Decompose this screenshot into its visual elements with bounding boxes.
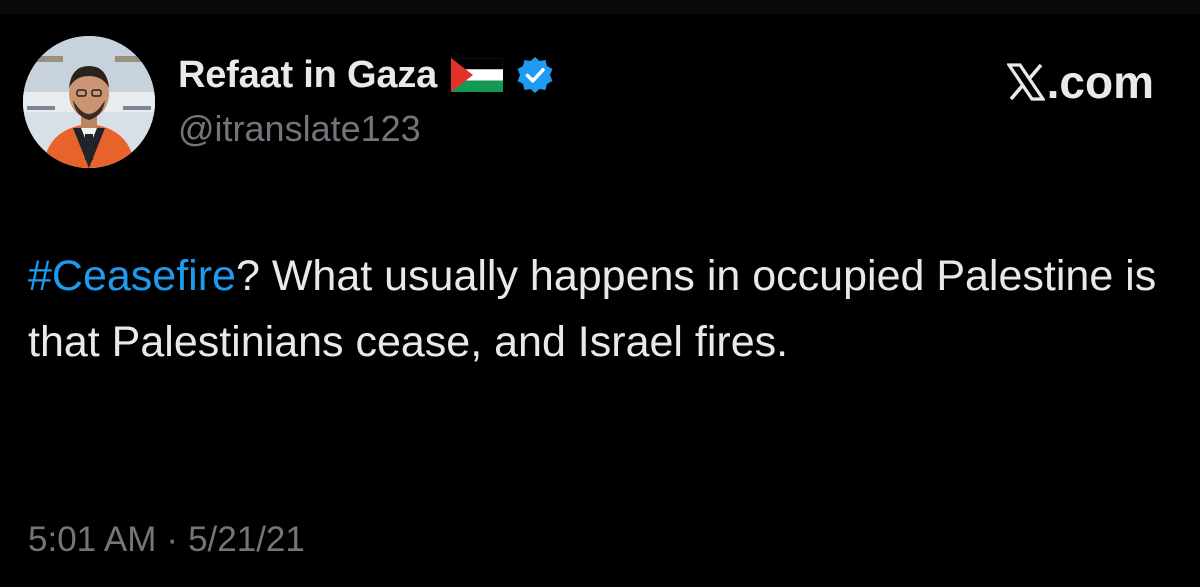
- palestine-flag-icon: [450, 57, 504, 92]
- meta-separator: ·: [166, 520, 179, 559]
- tweet-timestamp[interactable]: 5:01 AM · 5/21/21: [28, 520, 305, 560]
- display-name[interactable]: Refaat in Gaza: [178, 54, 437, 97]
- tweet-date: 5/21/21: [188, 520, 305, 559]
- avatar-photo: [23, 36, 155, 168]
- x-logo-icon: [1005, 63, 1046, 101]
- tweet-time: 5:01 AM: [28, 520, 157, 559]
- author-handle[interactable]: @itranslate123: [178, 108, 421, 150]
- top-edge-strip: [0, 0, 1200, 14]
- tweet-text: #Ceasefire? What usually happens in occu…: [28, 243, 1168, 375]
- brand-domain: .com: [1046, 56, 1154, 108]
- author-name-row: Refaat in Gaza: [178, 52, 555, 98]
- verified-badge-icon[interactable]: [515, 55, 555, 95]
- avatar[interactable]: [23, 36, 155, 168]
- hashtag-link[interactable]: #Ceasefire: [28, 252, 236, 300]
- x-com-watermark: .com: [1005, 56, 1154, 108]
